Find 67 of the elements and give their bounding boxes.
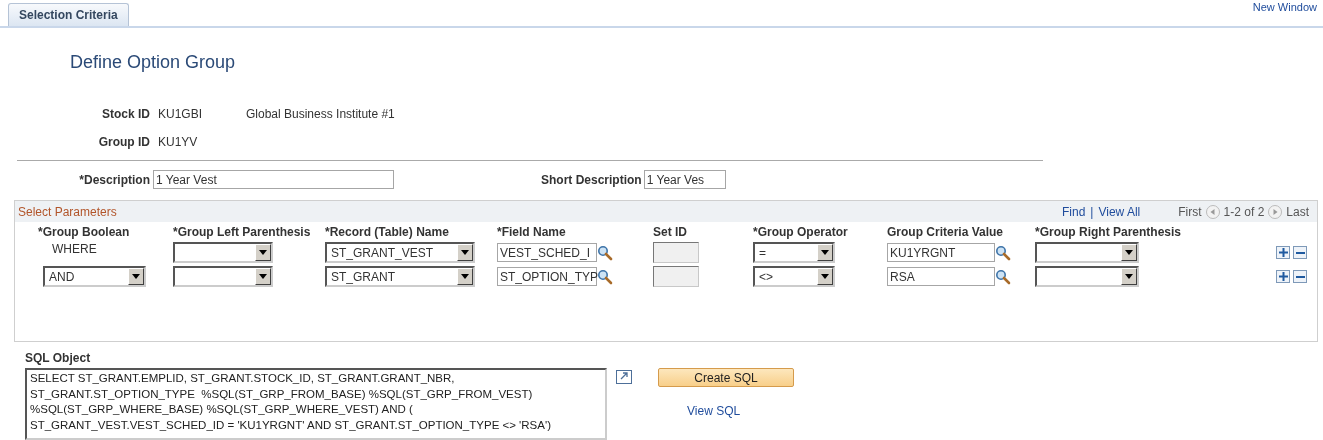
find-link[interactable]: Find xyxy=(1062,204,1086,219)
input-field[interactable]: RSA xyxy=(887,267,995,286)
field-label: Group ID xyxy=(97,135,150,149)
caret-icon xyxy=(821,274,829,279)
boolean-text: WHERE xyxy=(52,242,97,256)
caret-icon xyxy=(259,250,267,255)
dropdown[interactable]: AND xyxy=(43,266,146,287)
dropdown[interactable] xyxy=(173,266,273,287)
add-row-button[interactable] xyxy=(1276,246,1290,259)
input-field[interactable]: 1 Year Vest xyxy=(153,170,394,189)
last-label: Last xyxy=(1286,204,1309,219)
column-header: Set ID xyxy=(653,225,688,239)
caret-icon xyxy=(461,274,469,279)
column-header: *Group Left Parenthesis xyxy=(173,225,312,239)
text-area[interactable]: SELECT ST_GRANT.EMPLID, ST_GRANT.STOCK_ID, ST_GRANT.GRANT_NBR, ST_GRANT.ST_OPTION_TYPE %SQL(ST_GRP_FROM_BASE) %SQL(ST_GRP_FROM_VEST) %SQL(ST_GRP_WHERE_BASE) %SQL(ST_GRP_WHERE_VEST) AND ( ST_GRANT_VEST.VEST_SCHED_ID = 'KU1YRGNT' AND ST_GRANT.ST_OPTION_TYPE <> 'RSA') xyxy=(25,368,607,440)
input-field[interactable]: ST_OPTION_TYP xyxy=(497,267,597,286)
create-sql-button[interactable]: Create SQL xyxy=(658,368,794,387)
view-all-link[interactable]: View All xyxy=(1098,204,1141,219)
dropdown[interactable] xyxy=(173,242,273,263)
page-title: Define Option Group xyxy=(69,51,237,74)
dropdown[interactable] xyxy=(1035,242,1139,263)
dropdown[interactable]: <> xyxy=(753,266,835,287)
field-label: SQL Object xyxy=(25,351,92,365)
first-label: First xyxy=(1178,204,1202,219)
input-field[interactable]: KU1YRGNT xyxy=(887,243,995,262)
caret-icon xyxy=(461,250,469,255)
field-value: Global Business Institute #1 xyxy=(246,107,395,121)
minus-icon xyxy=(1295,275,1305,278)
tab[interactable]: Selection Criteria xyxy=(8,3,129,26)
caret-icon xyxy=(821,250,829,255)
field-label: Stock ID xyxy=(101,107,150,121)
field-value: KU1GBI xyxy=(158,107,203,121)
minus-icon xyxy=(1295,251,1305,254)
plus-icon xyxy=(1278,272,1288,281)
caret-icon xyxy=(1125,250,1133,255)
dropdown[interactable]: ST_GRANT_VEST xyxy=(325,242,475,263)
expand-icon[interactable] xyxy=(616,370,632,384)
section-title: Select Parameters xyxy=(18,204,118,219)
column-header: *Record (Table) Name xyxy=(325,225,450,239)
caret-icon xyxy=(1125,274,1133,279)
search-icon[interactable] xyxy=(995,244,1011,261)
column-header: *Group Right Parenthesis xyxy=(1035,225,1183,239)
field-label: Short Description xyxy=(541,172,642,187)
column-header: *Field Name xyxy=(497,225,567,239)
field-label: *Description xyxy=(78,172,150,187)
delete-row-button[interactable] xyxy=(1293,270,1307,283)
view-sql-link[interactable]: View SQL xyxy=(687,404,794,418)
column-header: *Group Boolean xyxy=(38,225,131,239)
caret-icon xyxy=(259,274,267,279)
caret-icon xyxy=(132,274,140,279)
separator: | xyxy=(1090,204,1094,219)
new-window-link[interactable]: New Window xyxy=(1252,1,1317,13)
dropdown[interactable] xyxy=(1035,266,1139,287)
plus-icon xyxy=(1278,248,1288,257)
dropdown[interactable]: = xyxy=(753,242,835,263)
search-icon[interactable] xyxy=(597,244,613,261)
search-icon[interactable] xyxy=(995,268,1011,285)
input-field[interactable]: 1 Year Ves xyxy=(643,170,726,189)
delete-row-button[interactable] xyxy=(1293,246,1307,259)
search-icon[interactable] xyxy=(597,268,613,285)
column-header: Group Criteria Value xyxy=(887,225,1005,239)
field-value: KU1YV xyxy=(158,135,199,149)
input-field[interactable]: VEST_SCHED_I xyxy=(497,243,597,262)
row-range: 1-2 of 2 xyxy=(1223,204,1265,219)
add-row-button[interactable] xyxy=(1276,270,1290,283)
dropdown[interactable]: ST_GRANT xyxy=(325,266,475,287)
column-header: *Group Operator xyxy=(753,225,849,239)
